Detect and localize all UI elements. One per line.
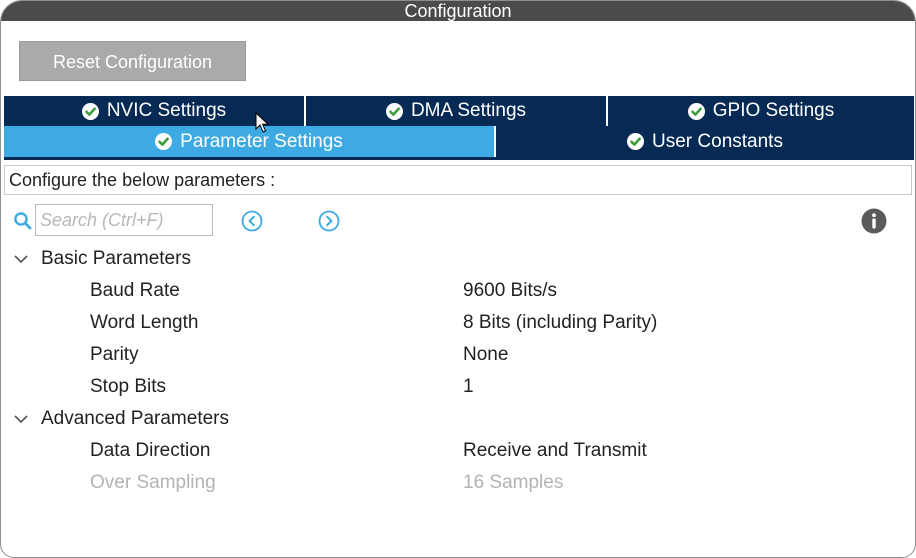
- group-label: Advanced Parameters: [41, 408, 229, 429]
- tab-label: NVIC Settings: [106, 100, 227, 121]
- check-circle-icon: [155, 133, 173, 150]
- param-row-parity[interactable]: Parity None: [1, 339, 915, 371]
- param-value: 16 Samples: [463, 472, 564, 493]
- mouse-cursor-icon: [255, 111, 270, 139]
- param-row-baud-rate[interactable]: Baud Rate 9600 Bits/s: [1, 275, 915, 307]
- param-value: 9600 Bits/s: [463, 280, 557, 301]
- description-text: Configure the below parameters :: [4, 165, 912, 195]
- param-row-word-length[interactable]: Word Length 8 Bits (including Parity): [1, 307, 915, 339]
- tab-label: DMA Settings: [410, 100, 527, 121]
- param-name: Over Sampling: [90, 472, 216, 493]
- check-circle-icon: [627, 133, 645, 150]
- search-icon: [13, 211, 33, 236]
- param-name: Parity: [90, 344, 139, 365]
- tab-row-bottom: Parameter Settings User Constants: [4, 126, 914, 157]
- param-name: Baud Rate: [90, 280, 180, 301]
- param-value: None: [463, 344, 509, 365]
- search-input[interactable]: [35, 204, 213, 236]
- tab-user-constants[interactable]: User Constants: [496, 126, 914, 157]
- tab-label: GPIO Settings: [712, 100, 835, 121]
- param-value: 1: [463, 376, 474, 397]
- tab-parameter-settings[interactable]: Parameter Settings: [4, 126, 496, 157]
- chevron-down-icon: [13, 254, 29, 264]
- param-value: Receive and Transmit: [463, 440, 647, 461]
- param-row-over-sampling: Over Sampling 16 Samples: [1, 467, 915, 499]
- param-value: 8 Bits (including Parity): [463, 312, 658, 333]
- check-circle-icon: [687, 102, 705, 120]
- param-name: Word Length: [90, 312, 199, 333]
- check-circle-icon: [385, 102, 403, 120]
- reset-configuration-button[interactable]: Reset Configuration: [19, 41, 246, 81]
- info-icon[interactable]: [861, 208, 887, 239]
- configuration-window: Configuration Reset Configuration NVIC S…: [0, 0, 916, 558]
- tab-row-top: NVIC Settings DMA Settings GPIO Settings: [4, 96, 914, 126]
- param-name: Stop Bits: [90, 376, 167, 397]
- window-title: Configuration: [1, 1, 915, 21]
- param-name: Data Direction: [90, 440, 211, 461]
- tab-divider: [4, 157, 914, 160]
- previous-icon[interactable]: [241, 210, 263, 237]
- tab-label: User Constants: [652, 130, 783, 152]
- group-label: Basic Parameters: [41, 248, 191, 269]
- group-basic-parameters[interactable]: Basic Parameters: [13, 243, 191, 275]
- param-row-data-direction[interactable]: Data Direction Receive and Transmit: [1, 435, 915, 467]
- check-circle-icon: [81, 102, 99, 120]
- chevron-down-icon: [13, 414, 29, 424]
- tab-gpio-settings[interactable]: GPIO Settings: [608, 96, 914, 126]
- param-row-stop-bits[interactable]: Stop Bits 1: [1, 371, 915, 403]
- next-icon[interactable]: [318, 210, 340, 237]
- tab-dma-settings[interactable]: DMA Settings: [306, 96, 608, 126]
- group-advanced-parameters[interactable]: Advanced Parameters: [13, 403, 229, 435]
